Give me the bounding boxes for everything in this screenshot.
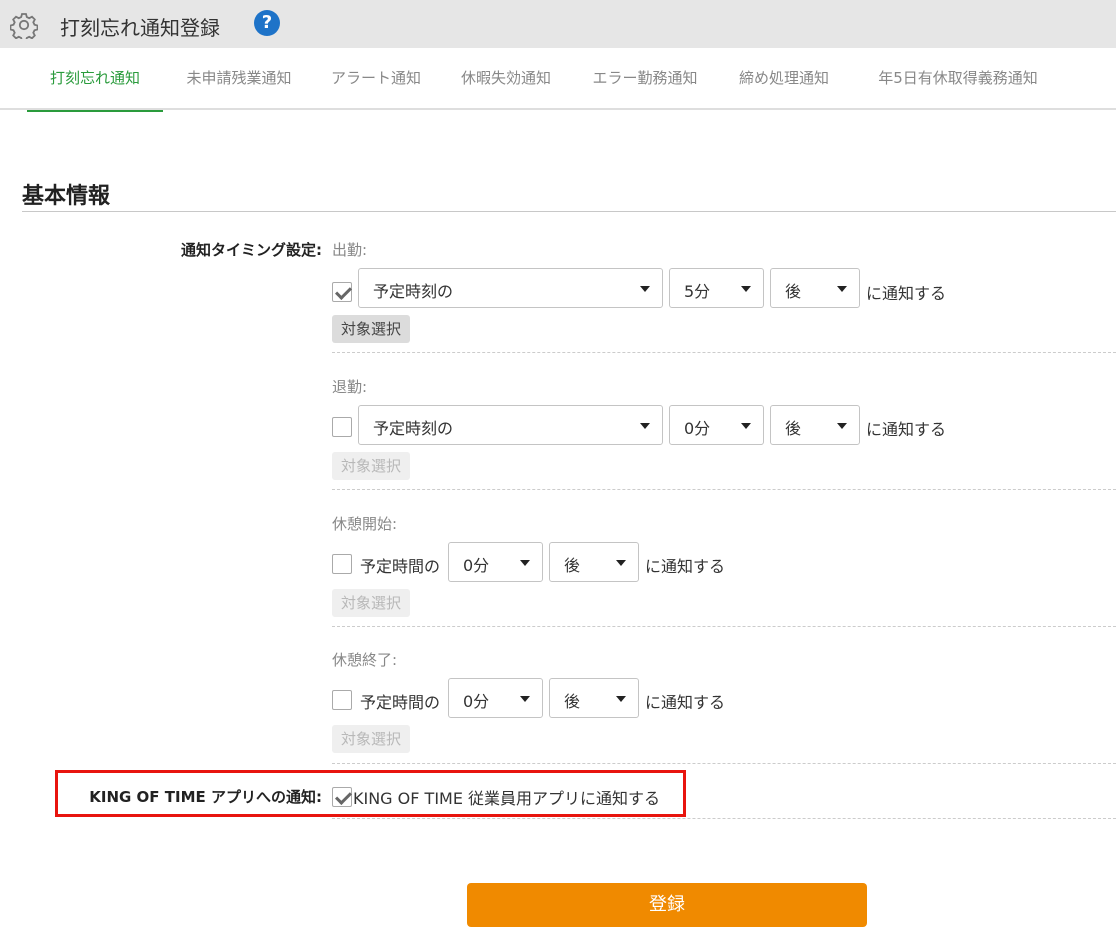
- chevron-down-icon: [616, 696, 626, 702]
- break-start-basis: 予定時間の: [360, 557, 441, 576]
- divider: [332, 818, 1116, 819]
- tab-paid-leave-obligation[interactable]: 年5日有休取得義務通知: [860, 48, 1056, 110]
- clock-in-checkbox[interactable]: [332, 282, 352, 302]
- app-notify-checkbox[interactable]: [332, 787, 352, 807]
- gear-icon[interactable]: [10, 11, 38, 39]
- chevron-down-icon: [741, 286, 751, 292]
- clock-out-label: 退勤:: [332, 378, 368, 396]
- break-start-target-button[interactable]: 対象選択: [332, 589, 410, 617]
- chevron-down-icon: [520, 560, 530, 566]
- break-end-label: 休憩終了:: [332, 651, 398, 669]
- tab-leave-expiry[interactable]: 休暇失効通知: [446, 48, 566, 110]
- clock-out-minutes-select[interactable]: 0分: [669, 405, 764, 445]
- clock-out-suffix: に通知する: [866, 420, 947, 439]
- break-start-checkbox[interactable]: [332, 554, 352, 574]
- break-start-label: 休憩開始:: [332, 515, 398, 533]
- help-icon[interactable]: ?: [254, 10, 280, 36]
- tab-alert[interactable]: アラート通知: [320, 48, 432, 110]
- tab-punch-missing[interactable]: 打刻忘れ通知: [27, 48, 163, 112]
- clock-out-checkbox[interactable]: [332, 417, 352, 437]
- clock-in-minutes-select[interactable]: 5分: [669, 268, 764, 308]
- break-start-when-select[interactable]: 後: [549, 542, 639, 582]
- chevron-down-icon: [837, 423, 847, 429]
- section-title: 基本情報: [22, 184, 111, 209]
- break-start-suffix: に通知する: [645, 557, 726, 576]
- break-end-suffix: に通知する: [645, 693, 726, 712]
- clock-in-when-select[interactable]: 後: [770, 268, 860, 308]
- timing-setting-label: 通知タイミング設定:: [181, 241, 322, 259]
- break-end-basis: 予定時間の: [360, 693, 441, 712]
- section-divider: [22, 211, 1116, 212]
- clock-in-label: 出勤:: [332, 241, 368, 259]
- chevron-down-icon: [640, 423, 650, 429]
- tab-error-attendance[interactable]: エラー勤務通知: [582, 48, 708, 110]
- clock-in-basis-select[interactable]: 予定時刻の: [358, 268, 663, 308]
- page-title: 打刻忘れ通知登録: [60, 16, 220, 40]
- break-end-checkbox[interactable]: [332, 690, 352, 710]
- break-end-when-select[interactable]: 後: [549, 678, 639, 718]
- chevron-down-icon: [640, 286, 650, 292]
- break-end-minutes-select[interactable]: 0分: [448, 678, 543, 718]
- app-notify-option: KING OF TIME 従業員用アプリに通知する: [353, 789, 661, 808]
- divider: [332, 626, 1116, 627]
- app-notify-label: KING OF TIME アプリへの通知:: [89, 788, 322, 806]
- clock-in-target-button[interactable]: 対象選択: [332, 315, 410, 343]
- tab-bar: 打刻忘れ通知 未申請残業通知 アラート通知 休暇失効通知 エラー勤務通知 締め処…: [0, 48, 1116, 112]
- chevron-down-icon: [616, 560, 626, 566]
- chevron-down-icon: [520, 696, 530, 702]
- divider: [332, 352, 1116, 353]
- clock-in-suffix: に通知する: [866, 284, 947, 303]
- divider: [332, 489, 1116, 490]
- tab-closing[interactable]: 締め処理通知: [724, 48, 844, 110]
- divider: [332, 763, 1116, 764]
- register-button[interactable]: 登録: [467, 883, 867, 927]
- title-bar: 打刻忘れ通知登録 ?: [0, 0, 1116, 48]
- break-start-minutes-select[interactable]: 0分: [448, 542, 543, 582]
- clock-out-basis-select[interactable]: 予定時刻の: [358, 405, 663, 445]
- chevron-down-icon: [837, 286, 847, 292]
- tab-unrequested-overtime[interactable]: 未申請残業通知: [170, 48, 308, 110]
- break-end-target-button[interactable]: 対象選択: [332, 725, 410, 753]
- chevron-down-icon: [741, 423, 751, 429]
- clock-out-when-select[interactable]: 後: [770, 405, 860, 445]
- clock-out-target-button[interactable]: 対象選択: [332, 452, 410, 480]
